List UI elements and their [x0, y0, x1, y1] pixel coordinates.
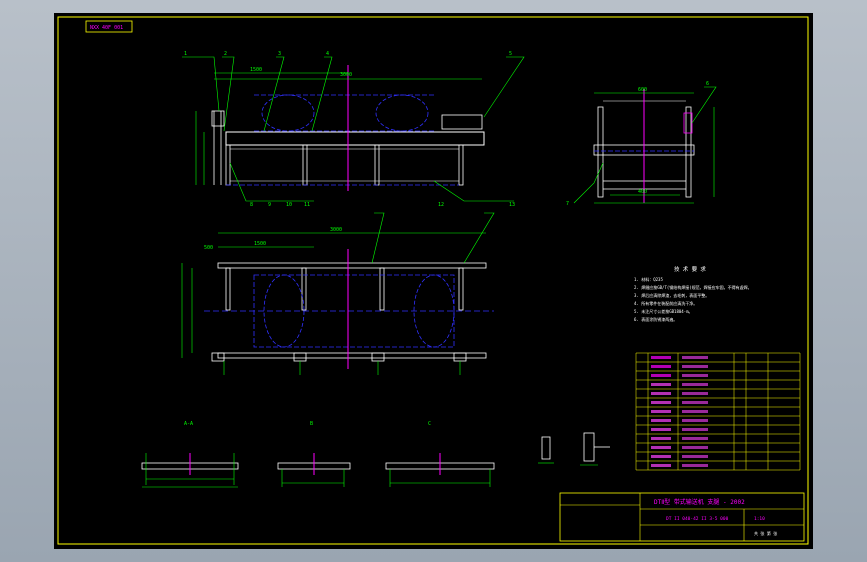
parts-list-cell-mark — [682, 410, 708, 413]
parts-list-cell-mark — [682, 464, 708, 467]
note-3: 3. 焊后应清除焊渣，去毛刺，表面平整。 — [634, 292, 709, 298]
drawing-number: DT II 040-42 II 3-5 000 — [666, 516, 729, 522]
parts-list-cell-mark — [682, 401, 708, 404]
view-label-b: B — [310, 421, 313, 427]
parts-list-cell-mark — [651, 455, 671, 458]
callout-5: 5 — [509, 51, 512, 57]
title-main: DTⅡ型 带式输送机 支腿 - 2002 — [654, 498, 745, 506]
dim-front-width: 3000 — [340, 72, 352, 78]
drawing-viewport[interactable]: NXX 40F 001 3000 1500 1 2 3 4 5 8 9 10 1… — [54, 13, 813, 549]
parts-list-cell-mark — [682, 437, 708, 440]
parts-list-cell-mark — [651, 428, 671, 431]
parts-list-cell-mark — [651, 419, 671, 422]
parts-list-cell-mark — [651, 401, 671, 404]
parts-list-cell-mark — [651, 410, 671, 413]
callout-11: 11 — [304, 202, 310, 208]
notes-title: 技 术 要 求 — [674, 265, 706, 273]
technical-notes: 技 术 要 求 1. 材料：Q235 2. 焊缝应按GB/T(钢结构焊接)规范，… — [634, 265, 752, 322]
note-5: 5. 未注尺寸公差按GB1804-m。 — [634, 308, 693, 314]
parts-list-cell-mark — [682, 365, 708, 368]
title-block: DTⅡ型 带式输送机 支腿 - 2002 DT II 040-42 II 3-5… — [559, 492, 805, 542]
note-1: 1. 材料：Q235 — [634, 276, 663, 282]
callout-13: 13 — [509, 202, 515, 208]
callout-10: 10 — [286, 202, 292, 208]
callout-3: 3 — [278, 51, 281, 57]
parts-list-cell-mark — [651, 437, 671, 440]
note-2: 2. 焊缝应按GB/T(钢结构焊接)规范，焊接应牢固，不得有虚焊。 — [634, 284, 752, 290]
dim-plan-half: 1500 — [254, 241, 266, 247]
parts-list-cell-mark — [651, 374, 671, 377]
parts-list-cell-mark — [651, 392, 671, 395]
side-view: 600 400 6 7 — [566, 81, 717, 207]
dim-side-inner: 400 — [638, 189, 647, 195]
sheet-label: 共 张 第 张 — [754, 530, 777, 536]
front-view: 3000 1500 1 2 3 4 5 8 9 10 11 12 13 — [182, 51, 525, 208]
callout-7: 7 — [566, 201, 569, 207]
callout-6: 6 — [706, 81, 709, 87]
cad-drawing: NXX 40F 001 3000 1500 1 2 3 4 5 8 9 10 1… — [57, 16, 809, 545]
parts-list-cell-mark — [682, 428, 708, 431]
parts-list-cell-mark — [651, 446, 671, 449]
cad-application: NXX 40F 001 3000 1500 1 2 3 4 5 8 9 10 1… — [0, 0, 867, 562]
note-4: 4. 所有零件在装配前应清洗干净。 — [634, 300, 697, 306]
parts-list — [635, 352, 801, 471]
callout-8: 8 — [250, 202, 253, 208]
parts-list-cell-mark — [682, 419, 708, 422]
dim-side-width: 600 — [638, 87, 647, 93]
parts-list-cell-mark — [651, 356, 671, 359]
tag-box-text: NXX 40F 001 — [90, 25, 123, 31]
callout-12: 12 — [438, 202, 444, 208]
parts-list-cell-mark — [651, 464, 671, 467]
callout-4: 4 — [326, 51, 329, 57]
parts-list-cell-mark — [682, 383, 708, 386]
parts-list-cell-mark — [682, 356, 708, 359]
parts-list-cell-mark — [651, 365, 671, 368]
dim-plan-width: 3000 — [330, 227, 342, 233]
scale: 1:10 — [754, 516, 765, 522]
dim-front-half: 1500 — [250, 67, 262, 73]
parts-list-cell-mark — [682, 446, 708, 449]
note-6: 6. 表面涂防锈漆两遍。 — [634, 316, 677, 322]
section-views: A-A B C — [141, 421, 610, 488]
parts-list-cell-mark — [682, 374, 708, 377]
plan-view: 3000 1500 500 — [181, 212, 495, 375]
dim-plan-offset: 500 — [204, 245, 213, 251]
parts-list-cell-mark — [651, 383, 671, 386]
callout-1: 1 — [184, 51, 187, 57]
parts-list-cell-mark — [682, 455, 708, 458]
parts-list-cell-mark — [682, 392, 708, 395]
view-label-a: A-A — [184, 421, 193, 427]
callout-2: 2 — [224, 51, 227, 57]
callout-9: 9 — [268, 202, 271, 208]
view-label-c: C — [428, 421, 431, 427]
